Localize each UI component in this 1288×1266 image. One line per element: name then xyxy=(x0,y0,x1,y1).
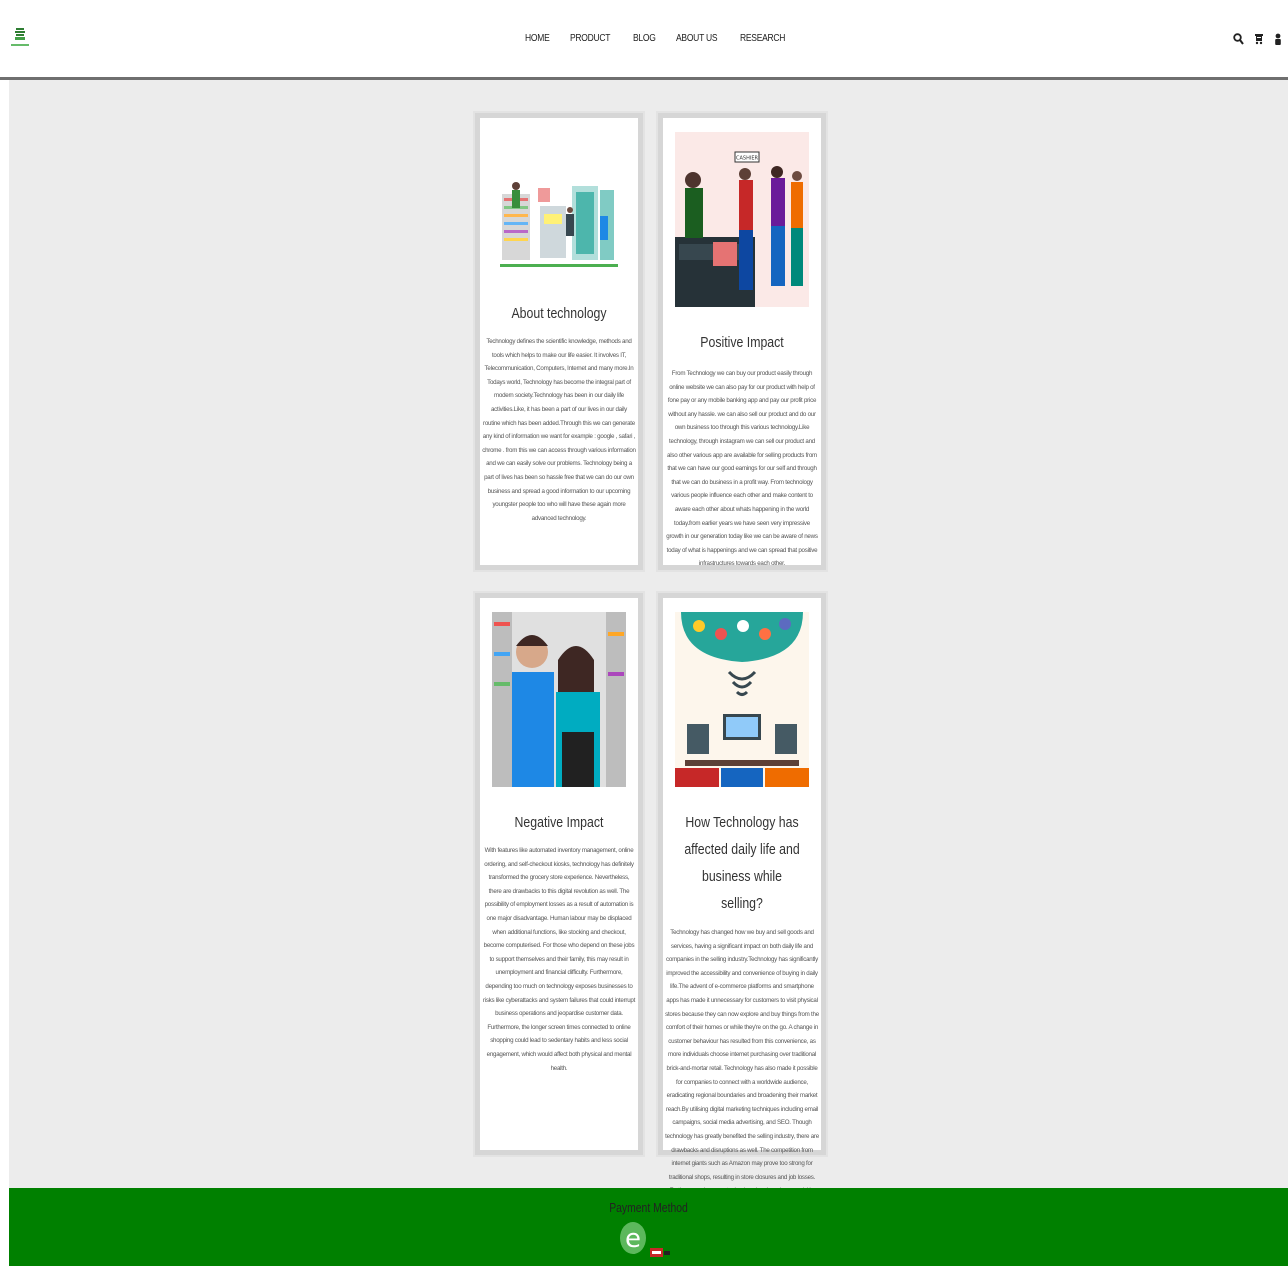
card-positive-impact: CASHIER Positive Impact From Technology … xyxy=(658,113,826,570)
nav-about-us[interactable]: ABOUT US xyxy=(676,33,718,44)
nav-product[interactable]: PRODUCT xyxy=(570,33,610,44)
card-technology-daily-life: How Technology has affected daily life a… xyxy=(658,593,826,1235)
card-title: Negative Impact xyxy=(514,814,604,831)
user-icon[interactable] xyxy=(1274,32,1282,50)
nav-home[interactable]: HOME xyxy=(525,33,550,44)
stressed-couple-photo xyxy=(492,612,626,787)
header-icons xyxy=(1233,32,1282,50)
main-nav: HOME PRODUCT BLOG ABOUT US RESEARCH xyxy=(525,33,793,44)
nav-research[interactable]: RESEARCH xyxy=(740,33,785,44)
card-text: Technology defines the scientific knowle… xyxy=(482,338,636,522)
card-text: From Technology we can buy our product e… xyxy=(666,370,818,568)
nav-blog[interactable]: BLOG xyxy=(633,33,656,44)
card-title: How Technology has affected daily life a… xyxy=(684,814,800,912)
card-about-technology: About technology Technology defines the … xyxy=(475,113,643,570)
search-icon[interactable] xyxy=(1233,32,1244,50)
khalti-payment-icon[interactable] xyxy=(650,1246,670,1258)
main-content: About technology Technology defines the … xyxy=(9,80,1288,1235)
svg-text:e: e xyxy=(625,1224,641,1254)
cart-icon[interactable] xyxy=(1254,32,1264,50)
cashier-sign: CASHIER xyxy=(736,156,758,162)
site-header: HOME PRODUCT BLOG ABOUT US RESEARCH xyxy=(0,0,1288,80)
logo[interactable] xyxy=(9,26,31,50)
card-title: About technology xyxy=(511,305,607,322)
payment-method-label: Payment Method xyxy=(609,1200,688,1215)
cashier-checkout-illustration: CASHIER xyxy=(675,132,809,307)
connected-devices-illustration xyxy=(675,612,809,787)
site-footer: Payment Method e xyxy=(9,1188,1288,1266)
card-title: Positive Impact xyxy=(700,334,784,351)
esewa-payment-icon[interactable]: e xyxy=(620,1221,648,1255)
card-negative-impact: Negative Impact With features like autom… xyxy=(475,593,643,1155)
grocery-store-illustration xyxy=(500,182,618,267)
card-text: With features like automated inventory m… xyxy=(482,847,636,1072)
